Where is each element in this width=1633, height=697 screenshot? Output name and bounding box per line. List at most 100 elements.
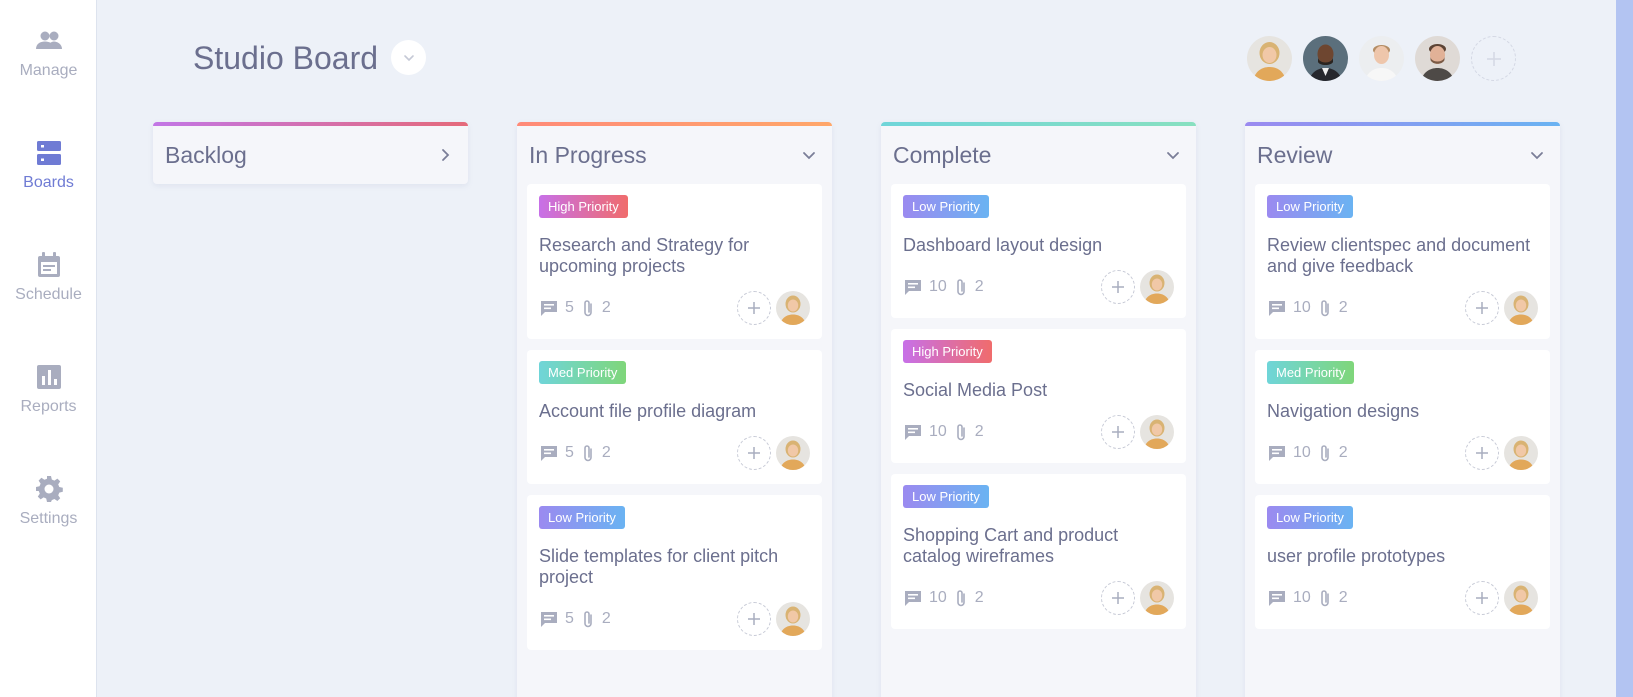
add-assignee-button[interactable] [1465, 291, 1499, 325]
paperclip-icon [584, 445, 592, 462]
avatar[interactable] [1140, 415, 1174, 449]
task-card[interactable]: Med Priority Account file profile diagra… [527, 350, 822, 484]
task-card[interactable]: Low Priority user profile prototypes 10 … [1255, 495, 1550, 629]
avatar[interactable] [1504, 436, 1538, 470]
comment-count: 5 [565, 299, 574, 316]
avatar[interactable] [776, 291, 810, 325]
add-assignee-button[interactable] [1465, 581, 1499, 615]
add-assignee-button[interactable] [737, 436, 771, 470]
card-assignees [1465, 291, 1538, 325]
avatar-man-dark [1303, 36, 1348, 81]
card-footer: 5 2 [539, 588, 810, 650]
avatar-woman-blonde [776, 602, 810, 636]
comment-count: 5 [565, 444, 574, 461]
priority-badge: Low Priority [1267, 506, 1353, 529]
add-assignee-button[interactable] [1465, 436, 1499, 470]
comment-icon [541, 301, 557, 316]
add-assignee-button[interactable] [737, 291, 771, 325]
add-assignee-button[interactable] [737, 602, 771, 636]
task-card[interactable]: High Priority Social Media Post 10 2 [891, 329, 1186, 463]
attachment-count: 2 [601, 610, 611, 627]
column-title: Backlog [165, 141, 247, 168]
scroll-edge [1616, 0, 1633, 697]
card-stats: 5 2 [539, 298, 611, 318]
card-stats: 10 2 [903, 277, 984, 297]
comment-icon [1269, 301, 1285, 316]
paperclip-icon [956, 424, 965, 441]
avatar-woman-blonde [776, 436, 810, 470]
card-title: Account file profile diagram [539, 401, 757, 421]
avatar-woman-blonde [1504, 291, 1538, 325]
card-footer: 10 2 [903, 256, 1174, 318]
paperclip-icon [1320, 300, 1329, 317]
card-stats: 5 2 [539, 443, 611, 463]
collapse-column-button[interactable] [1526, 144, 1548, 166]
collapse-column-button[interactable] [1162, 144, 1184, 166]
sidebar-item-settings[interactable]: Settings [0, 474, 97, 528]
priority-badge: High Priority [539, 195, 628, 218]
sidebar-item-reports[interactable]: Reports [0, 362, 97, 416]
task-card[interactable]: Low Priority Dashboard layout design 10 … [891, 184, 1186, 318]
avatar[interactable] [1504, 291, 1538, 325]
card-assignees [1101, 415, 1174, 449]
avatar[interactable] [776, 602, 810, 636]
priority-badge: Low Priority [903, 195, 989, 218]
comment-count: 10 [929, 423, 947, 440]
avatar[interactable] [1140, 581, 1174, 615]
card-title: Navigation designs [1267, 401, 1420, 421]
add-assignee-button[interactable] [1101, 415, 1135, 449]
card-assignees [1465, 581, 1538, 615]
card-stats: 10 2 [903, 422, 984, 442]
attachment-count: 2 [1338, 444, 1348, 461]
chevron-down-icon [1167, 152, 1179, 160]
column-header: Backlog [153, 126, 468, 184]
attachment-count: 2 [1338, 299, 1348, 316]
card-assignees [737, 602, 810, 636]
add-assignee-button[interactable] [1101, 581, 1135, 615]
avatar[interactable] [1415, 36, 1460, 81]
avatar-woman-blonde [1140, 270, 1174, 304]
sidebar-item-label: Reports [20, 398, 77, 415]
add-assignee-button[interactable] [1101, 270, 1135, 304]
comment-count: 10 [1293, 589, 1311, 606]
column-title: In Progress [529, 141, 647, 168]
sidebar: Manage Boards Schedule Reports Settings [0, 0, 97, 697]
sidebar-item-manage[interactable]: Manage [0, 26, 97, 80]
board-menu-toggle[interactable] [391, 40, 426, 75]
card-footer: 5 2 [539, 277, 810, 339]
attachment-count: 2 [974, 423, 984, 440]
card-title: Slide templates for client pitch project [539, 546, 779, 587]
avatar-woman-blonde [1140, 415, 1174, 449]
avatar[interactable] [776, 436, 810, 470]
sidebar-item-boards[interactable]: Boards [0, 138, 97, 192]
avatar[interactable] [1140, 270, 1174, 304]
task-card[interactable]: Low Priority Review clientspec and docum… [1255, 184, 1550, 339]
card-list: Low Priority Dashboard layout design 10 … [881, 184, 1196, 629]
task-card[interactable]: Low Priority Shopping Cart and product c… [891, 474, 1186, 629]
comment-icon [905, 280, 921, 295]
plus-icon [1112, 281, 1124, 293]
card-assignees [1101, 581, 1174, 615]
sidebar-item-label: Schedule [15, 286, 82, 303]
column-header: In Progress [517, 126, 832, 184]
comment-icon [905, 591, 921, 606]
task-card[interactable]: Low Priority Slide templates for client … [527, 495, 822, 650]
sidebar-item-schedule[interactable]: Schedule [0, 250, 97, 304]
avatar[interactable] [1504, 581, 1538, 615]
comment-icon [905, 425, 921, 440]
avatar[interactable] [1359, 36, 1404, 81]
plus-icon [1486, 51, 1501, 66]
task-card[interactable]: Med Priority Navigation designs 10 2 [1255, 350, 1550, 484]
card-stats: 5 2 [539, 609, 611, 629]
avatar[interactable] [1303, 36, 1348, 81]
expand-column-button[interactable] [434, 144, 456, 166]
task-card[interactable]: High Priority Research and Strategy for … [527, 184, 822, 339]
avatar[interactable] [1247, 36, 1292, 81]
comment-count: 10 [929, 589, 947, 606]
collapse-column-button[interactable] [798, 144, 820, 166]
plus-icon [1476, 447, 1488, 459]
plus-icon [1112, 592, 1124, 604]
chevron-down-icon [803, 152, 815, 160]
add-member-button[interactable] [1471, 36, 1516, 81]
card-title: Dashboard layout design [903, 235, 1103, 255]
